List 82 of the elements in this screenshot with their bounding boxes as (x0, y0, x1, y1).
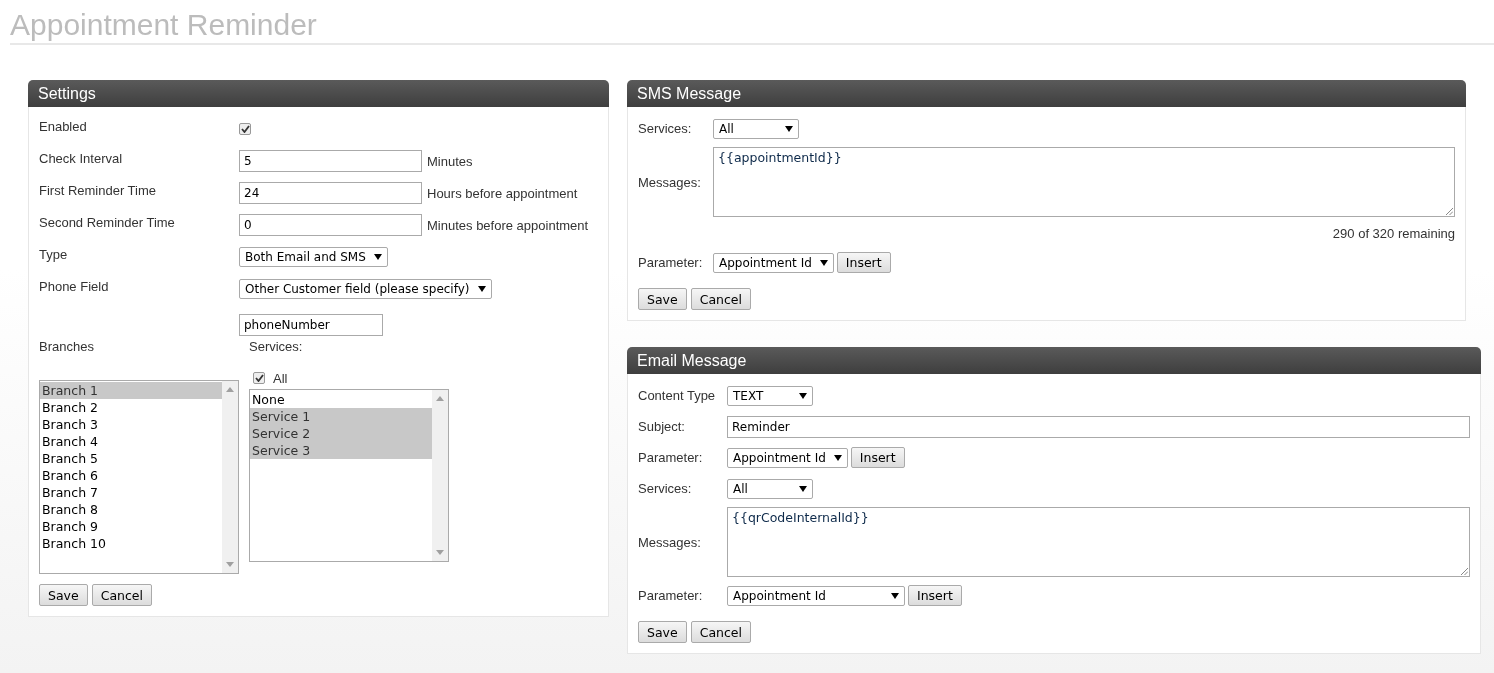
panel-header: Settings (28, 80, 609, 107)
caret-icon (373, 254, 382, 260)
caret-icon (785, 125, 793, 132)
list-option[interactable]: Service 1 (250, 408, 432, 425)
cancel-button[interactable]: Cancel (91, 584, 153, 606)
dropdown[interactable]: Both Email and SMS (239, 247, 388, 267)
field-label: Services: (638, 121, 693, 136)
unit-label: Minutes (427, 153, 473, 169)
list-option[interactable]: Branch 3 (40, 416, 222, 433)
input-field[interactable]: Reminder (727, 415, 1470, 438)
field-label: Branches (39, 339, 95, 356)
field-label: Messages: (638, 174, 702, 190)
list-option[interactable]: Branch 9 (40, 518, 222, 535)
list-option[interactable]: Branch 5 (40, 450, 222, 467)
input-field[interactable]: 24 (239, 182, 422, 204)
field-label: Subject: (638, 419, 686, 434)
list-option[interactable]: Branch 6 (40, 467, 222, 484)
resize-grip-icon[interactable] (1446, 208, 1453, 215)
field-label: Phone Field (39, 278, 110, 294)
checkbox[interactable] (239, 123, 251, 135)
insert-button[interactable]: Insert (908, 585, 962, 606)
field-label: Content Type (638, 388, 717, 403)
scroll-up-icon[interactable] (226, 387, 234, 392)
list-option[interactable]: Branch 4 (40, 433, 222, 450)
caret-icon (799, 485, 807, 492)
list-box[interactable]: Branch 1 Branch 2 Branch 3 Branch 4 Branch 5 Branch 6 Branch 7 Branch 8 Branch 9 Branch 10 (39, 380, 239, 574)
field-label: Enabled (39, 118, 88, 134)
unit-label: Hours before appointment (427, 185, 578, 201)
caret-icon (819, 259, 828, 266)
list-option[interactable]: Branch 1 (40, 382, 222, 399)
caret-icon (477, 286, 486, 292)
checkbox-label: All (273, 370, 288, 386)
list-option[interactable]: Branch 8 (40, 501, 222, 518)
cancel-button[interactable]: Cancel (690, 621, 752, 643)
insert-button[interactable]: Insert (850, 447, 905, 468)
scroll-down-icon[interactable] (436, 550, 444, 555)
cancel-button[interactable]: Cancel (690, 288, 752, 310)
scroll-up-icon[interactable] (436, 396, 444, 401)
page-title: Appointment Reminder (9, 7, 318, 43)
checkbox[interactable] (253, 372, 265, 384)
dropdown[interactable]: Appointment Id (727, 585, 905, 606)
panel-header: SMS Message (627, 80, 1466, 107)
message-textarea[interactable]: {{qrCodeInternalId}} (727, 507, 1470, 577)
field-label: Services: (249, 339, 304, 356)
caret-icon (833, 454, 842, 461)
dropdown[interactable]: Appointment Id (713, 252, 834, 273)
input-field[interactable]: 5 (239, 150, 422, 172)
field-label: Parameter: (638, 588, 704, 603)
field-label: Messages: (638, 534, 702, 550)
dropdown[interactable]: All (727, 478, 813, 499)
field-label: Check Interval (39, 150, 124, 166)
dropdown[interactable]: All (713, 118, 799, 139)
message-textarea[interactable]: {{appointmentId}} (713, 147, 1455, 217)
resize-grip-icon[interactable] (1461, 568, 1468, 575)
field-label: Type (39, 246, 69, 262)
insert-button[interactable]: Insert (836, 252, 891, 273)
save-button[interactable]: Save (39, 584, 88, 606)
scroll-down-icon[interactable] (226, 562, 234, 567)
list-option[interactable]: Service 2 (250, 425, 432, 442)
caret-icon (799, 392, 807, 399)
input-field[interactable]: phoneNumber (239, 314, 383, 336)
list-option[interactable]: Branch 2 (40, 399, 222, 416)
input-field[interactable]: 0 (239, 214, 422, 236)
list-option[interactable]: Service 3 (250, 442, 432, 459)
dropdown[interactable]: Appointment Id (727, 447, 848, 468)
remaining-count: 290 of 320 remaining (1332, 226, 1455, 241)
caret-icon (891, 592, 899, 599)
panel-header: Email Message (627, 347, 1481, 374)
list-option[interactable]: Branch 7 (40, 484, 222, 501)
list-option[interactable]: Branch 10 (40, 535, 222, 552)
field-label: Services: (638, 481, 693, 496)
field-label: Parameter: (638, 450, 704, 465)
field-label: First Reminder Time (39, 182, 158, 198)
dropdown[interactable]: TEXT (727, 385, 813, 406)
list-box[interactable]: None Service 1 Service 2 Service 3 (249, 389, 449, 562)
list-option[interactable]: None (250, 391, 432, 408)
save-button[interactable]: Save (638, 621, 687, 643)
unit-label: Minutes before appointment (427, 217, 589, 233)
dropdown[interactable]: Other Customer field (please specify) (239, 279, 492, 299)
save-button[interactable]: Save (638, 288, 687, 310)
field-label: Parameter: (638, 255, 704, 270)
field-label: Second Reminder Time (39, 214, 176, 230)
